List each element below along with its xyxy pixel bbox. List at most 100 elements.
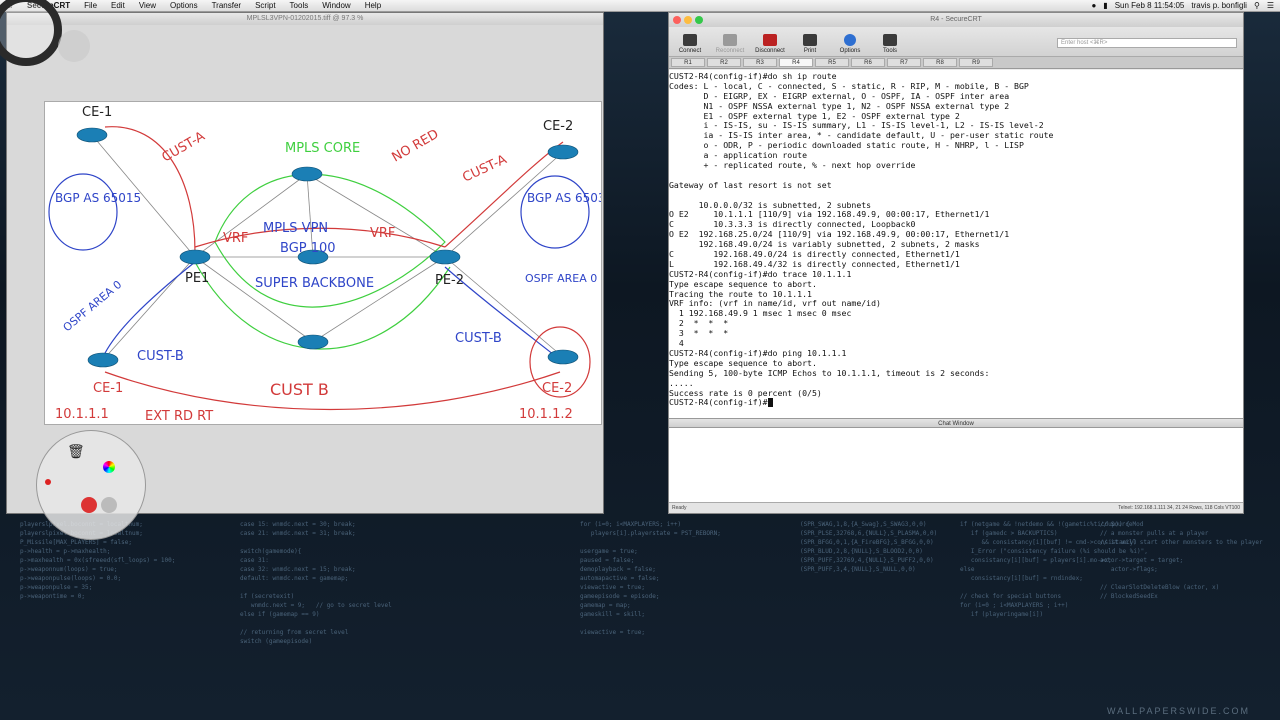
wallpaper-code: case 15: wnmdc.next = 30; break; case 21… xyxy=(240,521,392,645)
terminal-output[interactable]: CUST2-R4(config-if)#do sh ip route Codes:… xyxy=(669,70,1243,422)
zoom-icon[interactable] xyxy=(695,16,703,24)
terminal-line: CUST2-R4(config-if)# xyxy=(669,397,1243,408)
status-left: Ready xyxy=(672,505,687,511)
tab-r8[interactable]: R8 xyxy=(923,58,957,67)
menu-edit[interactable]: Edit xyxy=(104,1,132,10)
wallpaper-code: (SPR_SWAG,1,8,{A_Swag},S_SWAG3,0,0) (SPR… xyxy=(800,521,938,573)
disconnect-label: Disconnect xyxy=(755,48,785,54)
label-super-backbone: SUPER BACKBONE xyxy=(255,276,374,291)
terminal-cursor xyxy=(767,398,773,408)
tab-r7[interactable]: R7 xyxy=(887,58,921,67)
disconnect-button[interactable]: Disconnect xyxy=(755,34,785,54)
label-ospf-left: OSPF AREA 0 xyxy=(61,278,125,334)
undo-icon[interactable] xyxy=(81,497,97,513)
label-cust-a-right: CUST-A xyxy=(460,152,509,185)
connect-label: Connect xyxy=(678,48,702,54)
trash-icon[interactable]: 🗑 xyxy=(67,443,85,460)
disconnect-icon xyxy=(763,34,777,46)
chat-input-area[interactable] xyxy=(669,428,1243,504)
router-icon xyxy=(429,249,461,265)
crt-toolbar: Connect Reconnect Disconnect Print Optio… xyxy=(669,27,1243,57)
menu-script[interactable]: Script xyxy=(248,1,282,10)
wallpaper-code: // SourceMod // a monster pulls at a pla… xyxy=(1100,521,1263,600)
print-button[interactable]: Print xyxy=(795,34,825,54)
menu-file[interactable]: File xyxy=(77,1,104,10)
menu-tools[interactable]: Tools xyxy=(283,1,316,10)
menu-options[interactable]: Options xyxy=(163,1,205,10)
monitor-icon xyxy=(683,34,697,46)
print-label: Print xyxy=(803,48,817,54)
securecrt-window: R4 - SecureCRT Connect Reconnect Disconn… xyxy=(668,12,1244,514)
label-no-red: NO RED xyxy=(390,127,442,166)
terminal-line: 1 192.168.49.9 1 msec 1 msec 0 msec xyxy=(669,308,852,319)
network-diagram: CE-1 CE-2 CUST-A CUST-A MPLS CORE NO RED… xyxy=(44,101,613,425)
session-tabs: R1 R2 R3 R4 R5 R6 R7 R8 R9 xyxy=(669,57,1243,69)
tab-r6[interactable]: R6 xyxy=(851,58,885,67)
label-vrf-left: VRF xyxy=(223,231,248,246)
info-icon xyxy=(844,34,856,46)
battery-icon[interactable]: ▮ xyxy=(1103,1,1107,10)
label-cust-b-right: CUST-B xyxy=(455,331,502,346)
wifi-icon[interactable]: ● xyxy=(1091,1,1096,10)
label-ext-rd-rt: EXT RD RT xyxy=(145,409,213,424)
router-icon xyxy=(76,127,108,143)
reconnect-button[interactable]: Reconnect xyxy=(715,34,745,54)
router-icon xyxy=(291,166,323,182)
minus-icon[interactable] xyxy=(101,497,117,513)
printer-icon xyxy=(803,34,817,46)
menu-transfer[interactable]: Transfer xyxy=(205,1,249,10)
label-ce-bottom-left: CE-1 xyxy=(93,381,123,396)
terminal-line: Gateway of last resort is not set xyxy=(669,179,832,190)
tab-r1[interactable]: R1 xyxy=(671,58,705,67)
crt-title: R4 - SecureCRT xyxy=(930,16,982,23)
label-pe2: PE-2 xyxy=(435,273,464,288)
clock[interactable]: Sun Feb 8 11:54:05 xyxy=(1115,1,1185,10)
tab-r3[interactable]: R3 xyxy=(743,58,777,67)
annotation-tool-knob[interactable] xyxy=(58,30,90,62)
label-pe1: PE1 xyxy=(185,271,209,286)
terminal-line: Sending 5, 100-byte ICMP Echos to 10.1.1… xyxy=(669,367,990,378)
menu-window[interactable]: Window xyxy=(315,1,357,10)
label-ce-bottom-right: CE-2 xyxy=(542,381,572,396)
tab-r4[interactable]: R4 xyxy=(779,58,813,67)
terminal-line: 3 * * * xyxy=(669,328,729,339)
label-mpls-vpn: MPLS VPN xyxy=(263,221,328,236)
status-bar: Ready Telnet: 192.168.1.111 34, 21 24 Ro… xyxy=(669,502,1243,513)
user-name[interactable]: travis p. bonfigli xyxy=(1191,1,1247,10)
host-input[interactable]: Enter host <⌘R> xyxy=(1057,38,1237,48)
options-button[interactable]: Options xyxy=(835,34,865,54)
crt-titlebar: R4 - SecureCRT xyxy=(669,13,1243,27)
router-icon xyxy=(179,249,211,265)
router-icon xyxy=(547,349,579,365)
chat-window-bar[interactable]: Chat Window xyxy=(669,418,1243,428)
menubar:  SecureCRT File Edit View Options Trans… xyxy=(0,0,1280,12)
search-icon[interactable]: ⚲ xyxy=(1254,1,1260,10)
diagram-svg: CE-1 CE-2 CUST-A CUST-A MPLS CORE NO RED… xyxy=(48,105,613,424)
tab-r2[interactable]: R2 xyxy=(707,58,741,67)
tab-r9[interactable]: R9 xyxy=(959,58,993,67)
label-ip-right: 10.1.1.2 xyxy=(519,407,573,422)
red-dot-icon[interactable] xyxy=(45,479,51,485)
label-vrf-right: VRF xyxy=(370,226,395,241)
label-ce1: CE-1 xyxy=(82,105,112,120)
menu-help[interactable]: Help xyxy=(358,1,388,10)
label-mpls-core: MPLS CORE xyxy=(285,141,360,156)
label-bgp-right: BGP AS 65039 xyxy=(527,191,601,205)
minimize-icon[interactable] xyxy=(684,16,692,24)
tools-label: Tools xyxy=(882,48,897,54)
label-ospf-right: OSPF AREA 0 xyxy=(525,272,597,285)
pen-palette[interactable]: 🗑 xyxy=(36,430,146,540)
close-icon[interactable] xyxy=(673,16,681,24)
viewer-title: MPLSL3VPN-01202015.tiff @ 97.3 % xyxy=(7,13,603,25)
color-wheel-icon[interactable] xyxy=(103,461,115,473)
monitor-icon xyxy=(723,34,737,46)
tools-button[interactable]: Tools xyxy=(875,34,905,54)
connect-button[interactable]: Connect xyxy=(675,34,705,54)
list-icon[interactable]: ☰ xyxy=(1267,1,1274,10)
tab-r5[interactable]: R5 xyxy=(815,58,849,67)
options-label: Options xyxy=(839,48,861,54)
tools-icon xyxy=(883,34,897,46)
menu-view[interactable]: View xyxy=(132,1,163,10)
label-ce2: CE-2 xyxy=(543,119,573,134)
wallpaper-code: for (i=0; i<MAXPLAYERS; i++) players[i].… xyxy=(580,521,721,636)
